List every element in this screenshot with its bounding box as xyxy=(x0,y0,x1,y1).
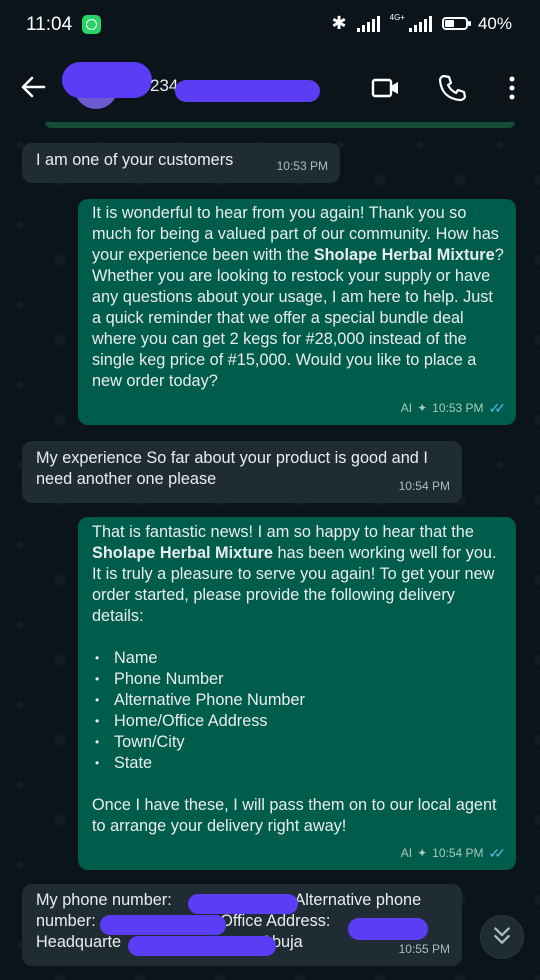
double-chevron-down-icon xyxy=(494,927,510,944)
message-text: I am one of your customers xyxy=(36,151,234,169)
ai-label: AI xyxy=(400,401,413,415)
video-call-icon[interactable] xyxy=(370,72,402,104)
message-text: Once I have these, I will pass them on t… xyxy=(92,796,497,835)
read-receipt-icon: ✓✓ xyxy=(488,400,507,416)
text-part: Office Address: xyxy=(220,912,331,930)
battery-icon xyxy=(441,17,471,30)
ai-label: AI xyxy=(400,846,413,860)
message-meta: 10:54 PM xyxy=(399,476,450,497)
text-part: My phone number: xyxy=(36,891,177,909)
message-meta: AI ✦ 10:53 PM ✓✓ xyxy=(400,398,507,419)
previous-message-edge xyxy=(45,122,515,128)
more-options-icon[interactable] xyxy=(496,72,528,104)
product-name: Sholape Herbal Mixture xyxy=(313,246,495,264)
message-incoming[interactable]: My experience So far about your product … xyxy=(22,441,462,503)
signal-icon xyxy=(356,15,380,32)
list-item: Alternative Phone Number xyxy=(95,690,504,711)
message-text: My experience So far about your product … xyxy=(36,449,428,488)
redaction-mark xyxy=(188,894,298,914)
bluetooth-icon: ✱ xyxy=(331,13,347,33)
message-time: 10:53 PM xyxy=(432,401,484,415)
delivery-details-list: Name Phone Number Alternative Phone Numb… xyxy=(92,648,504,774)
whatsapp-notification-icon xyxy=(82,15,101,34)
scroll-to-bottom-button[interactable] xyxy=(480,915,524,959)
message-text: It is wonderful to hear from you again! … xyxy=(92,204,504,390)
text-part: ? Whether you are looking to restock you… xyxy=(92,246,504,390)
list-item: Home/Office Address xyxy=(95,711,504,732)
product-name: Sholape Herbal Mixture xyxy=(92,544,273,562)
message-time: 10:53 PM xyxy=(276,159,328,173)
message-meta: 10:55 PM xyxy=(399,939,450,960)
clock: 11:04 xyxy=(26,14,73,35)
sparkle-icon: ✦ xyxy=(417,846,428,860)
list-item: State xyxy=(95,753,504,774)
sparkle-icon: ✦ xyxy=(417,401,428,415)
redaction-mark xyxy=(348,918,428,940)
message-text: That is fantastic news! I am so happy to… xyxy=(92,522,504,627)
redaction-mark xyxy=(128,936,276,956)
back-arrow-icon[interactable] xyxy=(18,72,48,102)
signal-icon-2 xyxy=(408,15,432,32)
chat-header: 234 xyxy=(0,50,540,125)
message-meta: AI ✦ 10:54 PM ✓✓ xyxy=(400,843,507,864)
status-bar: 11:04 ✱ 4G+ 40% xyxy=(0,0,540,50)
message-outgoing[interactable]: That is fantastic news! I am so happy to… xyxy=(78,517,516,870)
redaction-mark xyxy=(62,62,152,98)
list-item: Name xyxy=(95,648,504,669)
voice-call-icon[interactable] xyxy=(436,72,468,104)
status-icons: ✱ 4G+ 40% xyxy=(332,13,512,34)
message-meta: 10:53 PM xyxy=(277,156,328,177)
list-item: Phone Number xyxy=(95,669,504,690)
contact-name[interactable]: 234 xyxy=(150,76,178,96)
network-type: 4G+ xyxy=(389,12,405,22)
redaction-mark xyxy=(175,80,320,102)
message-time: 10:54 PM xyxy=(398,479,450,493)
redaction-mark xyxy=(100,915,226,935)
battery-level: 40% xyxy=(477,13,512,33)
read-receipt-icon: ✓✓ xyxy=(488,845,507,861)
message-time: 10:54 PM xyxy=(432,846,484,860)
list-item: Town/City xyxy=(95,732,504,753)
text-part: Headquarte xyxy=(36,933,122,951)
message-outgoing[interactable]: It is wonderful to hear from you again! … xyxy=(78,199,516,425)
message-time: 10:55 PM xyxy=(398,942,450,956)
message-incoming[interactable]: I am one of your customers 10:53 PM xyxy=(22,143,340,183)
text-part: That is fantastic news! I am so happy to… xyxy=(92,523,474,541)
